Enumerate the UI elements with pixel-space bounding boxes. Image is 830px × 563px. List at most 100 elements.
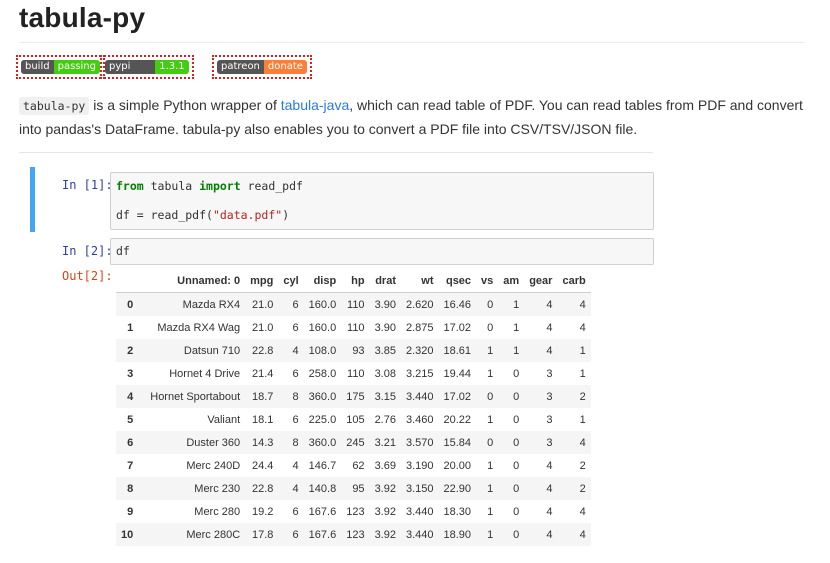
row-index: 10 <box>121 528 134 541</box>
code-close: ) <box>282 208 290 222</box>
table-cell: 4 <box>546 344 553 357</box>
table-cell: 1 <box>579 344 586 357</box>
build-badge[interactable]: build passing <box>16 55 105 79</box>
badge-label: patreon <box>217 60 264 74</box>
column-header: wt <box>400 269 439 293</box>
package-code: tabula-py <box>19 97 90 115</box>
table-cell: 175 <box>346 390 365 403</box>
code-module: tabula <box>143 179 200 193</box>
row-index: 9 <box>127 505 134 518</box>
table-cell: 3.570 <box>405 436 434 449</box>
table-cell: 21.4 <box>251 367 274 380</box>
badge-value: passing <box>53 60 100 74</box>
table-row: 4 Hornet Sportabout 18.7 8 360.0 175 3.15 3.440… <box>116 385 591 408</box>
selected-cell-indicator <box>30 167 35 232</box>
table-cell: 6 <box>292 367 299 380</box>
code-editor[interactable]: from tabula import read_pdf df = read_pd… <box>110 172 654 230</box>
table-cell: 146.7 <box>308 459 337 472</box>
table-cell: 1 <box>487 459 494 472</box>
title-divider <box>19 42 805 43</box>
table-cell: 6 <box>292 528 299 541</box>
column-header: mpg <box>245 269 279 293</box>
column-header: qsec <box>438 269 477 293</box>
badge-label: pypi package <box>105 60 156 74</box>
row-index: 1 <box>127 321 134 334</box>
table-cell: 160.0 <box>308 298 337 311</box>
table-cell: 0 <box>487 321 494 334</box>
table-cell: 8 <box>292 390 299 403</box>
table-cell: 105 <box>346 413 365 426</box>
page-title: tabula-py <box>19 2 146 33</box>
table-cell: 2.620 <box>405 298 434 311</box>
table-cell: 3.90 <box>374 298 396 311</box>
column-header: am <box>498 269 525 293</box>
table-cell: 3 <box>546 436 553 449</box>
table-cell: 22.8 <box>251 482 274 495</box>
table-cell: 2 <box>579 482 586 495</box>
table-cell: Hornet Sportabout <box>150 390 241 403</box>
table-cell: 123 <box>346 528 365 541</box>
table-cell: 18.30 <box>443 505 472 518</box>
keyword-import: import <box>199 179 241 193</box>
table-cell: 1 <box>487 505 494 518</box>
table-cell: 93 <box>352 344 365 357</box>
table-cell: 3.190 <box>405 459 434 472</box>
row-index: 5 <box>127 413 134 426</box>
row-index: 7 <box>127 459 134 472</box>
row-index: 3 <box>127 367 134 380</box>
row-index: 6 <box>127 436 134 449</box>
table-cell: 18.90 <box>443 528 472 541</box>
table-cell: 167.6 <box>308 528 337 541</box>
column-header: vs <box>476 269 499 293</box>
column-header: hp <box>341 269 370 293</box>
table-cell: 3.440 <box>405 528 434 541</box>
table-cell: 4 <box>579 298 586 311</box>
table-cell: 123 <box>346 505 365 518</box>
column-header: carb <box>557 269 591 293</box>
code-line-1: from tabula import read_pdf <box>116 179 303 193</box>
table-cell: 110 <box>347 321 365 334</box>
badge-label: build <box>21 60 54 74</box>
table-cell: 17.02 <box>443 390 472 403</box>
pypi-badge[interactable]: pypi package 1.3.1 <box>100 55 194 79</box>
dataframe-table: Unnamed: 0 mpg cyl disp hp drat wt qsec … <box>116 269 591 546</box>
table-cell: 3.21 <box>374 436 396 449</box>
table-cell: 1 <box>487 344 494 357</box>
description-text-1: is a simple Python wrapper of <box>89 97 281 113</box>
table-cell: 17.02 <box>443 321 472 334</box>
table-cell: 3.90 <box>374 321 396 334</box>
table-cell: 22.8 <box>251 344 274 357</box>
table-cell: 19.2 <box>251 505 274 518</box>
column-header: gear <box>524 269 558 293</box>
table-body: 0 Mazda RX4 21.0 6 160.0 110 3.90 2.620 16.46 0 1 4… <box>116 292 591 546</box>
table-cell: 3.69 <box>374 459 396 472</box>
table-cell: 110 <box>347 367 365 380</box>
code-editor-2[interactable]: df <box>110 238 654 265</box>
table-cell: 17.8 <box>251 528 274 541</box>
table-cell: 0 <box>513 367 520 380</box>
table-cell: 6 <box>292 413 299 426</box>
patreon-badge[interactable]: patreon donate <box>212 55 312 79</box>
table-cell: 1 <box>487 367 494 380</box>
table-cell: 108.0 <box>308 344 337 357</box>
table-cell: Merc 230 <box>194 482 241 495</box>
table-cell: 24.4 <box>251 459 274 472</box>
table-cell: 1 <box>487 528 494 541</box>
table-cell: 0 <box>513 413 520 426</box>
table-cell: 0 <box>487 390 494 403</box>
table-cell: 4 <box>546 459 553 472</box>
row-index: 8 <box>127 482 134 495</box>
badge-value: 1.3.1 <box>155 60 189 74</box>
tabula-java-link[interactable]: tabula-java <box>281 97 350 113</box>
table-cell: 4 <box>546 528 553 541</box>
code-assign: df = read_pdf( <box>116 208 213 222</box>
table-header-row: Unnamed: 0 mpg cyl disp hp drat wt qsec … <box>116 269 591 293</box>
table-cell: 225.0 <box>308 413 337 426</box>
table-cell: 3.215 <box>405 367 434 380</box>
table-cell: 1 <box>487 413 494 426</box>
table-cell: 2 <box>579 459 586 472</box>
table-row: 7 Merc 240D 24.4 4 146.7 62 3.69 3.190 20.00 1 0 4 2 <box>116 454 591 477</box>
table-cell: 18.61 <box>443 344 472 357</box>
notebook-cell-1[interactable]: In [1]: from tabula import read_pdf df =… <box>30 167 654 232</box>
code-line: df <box>116 244 130 258</box>
